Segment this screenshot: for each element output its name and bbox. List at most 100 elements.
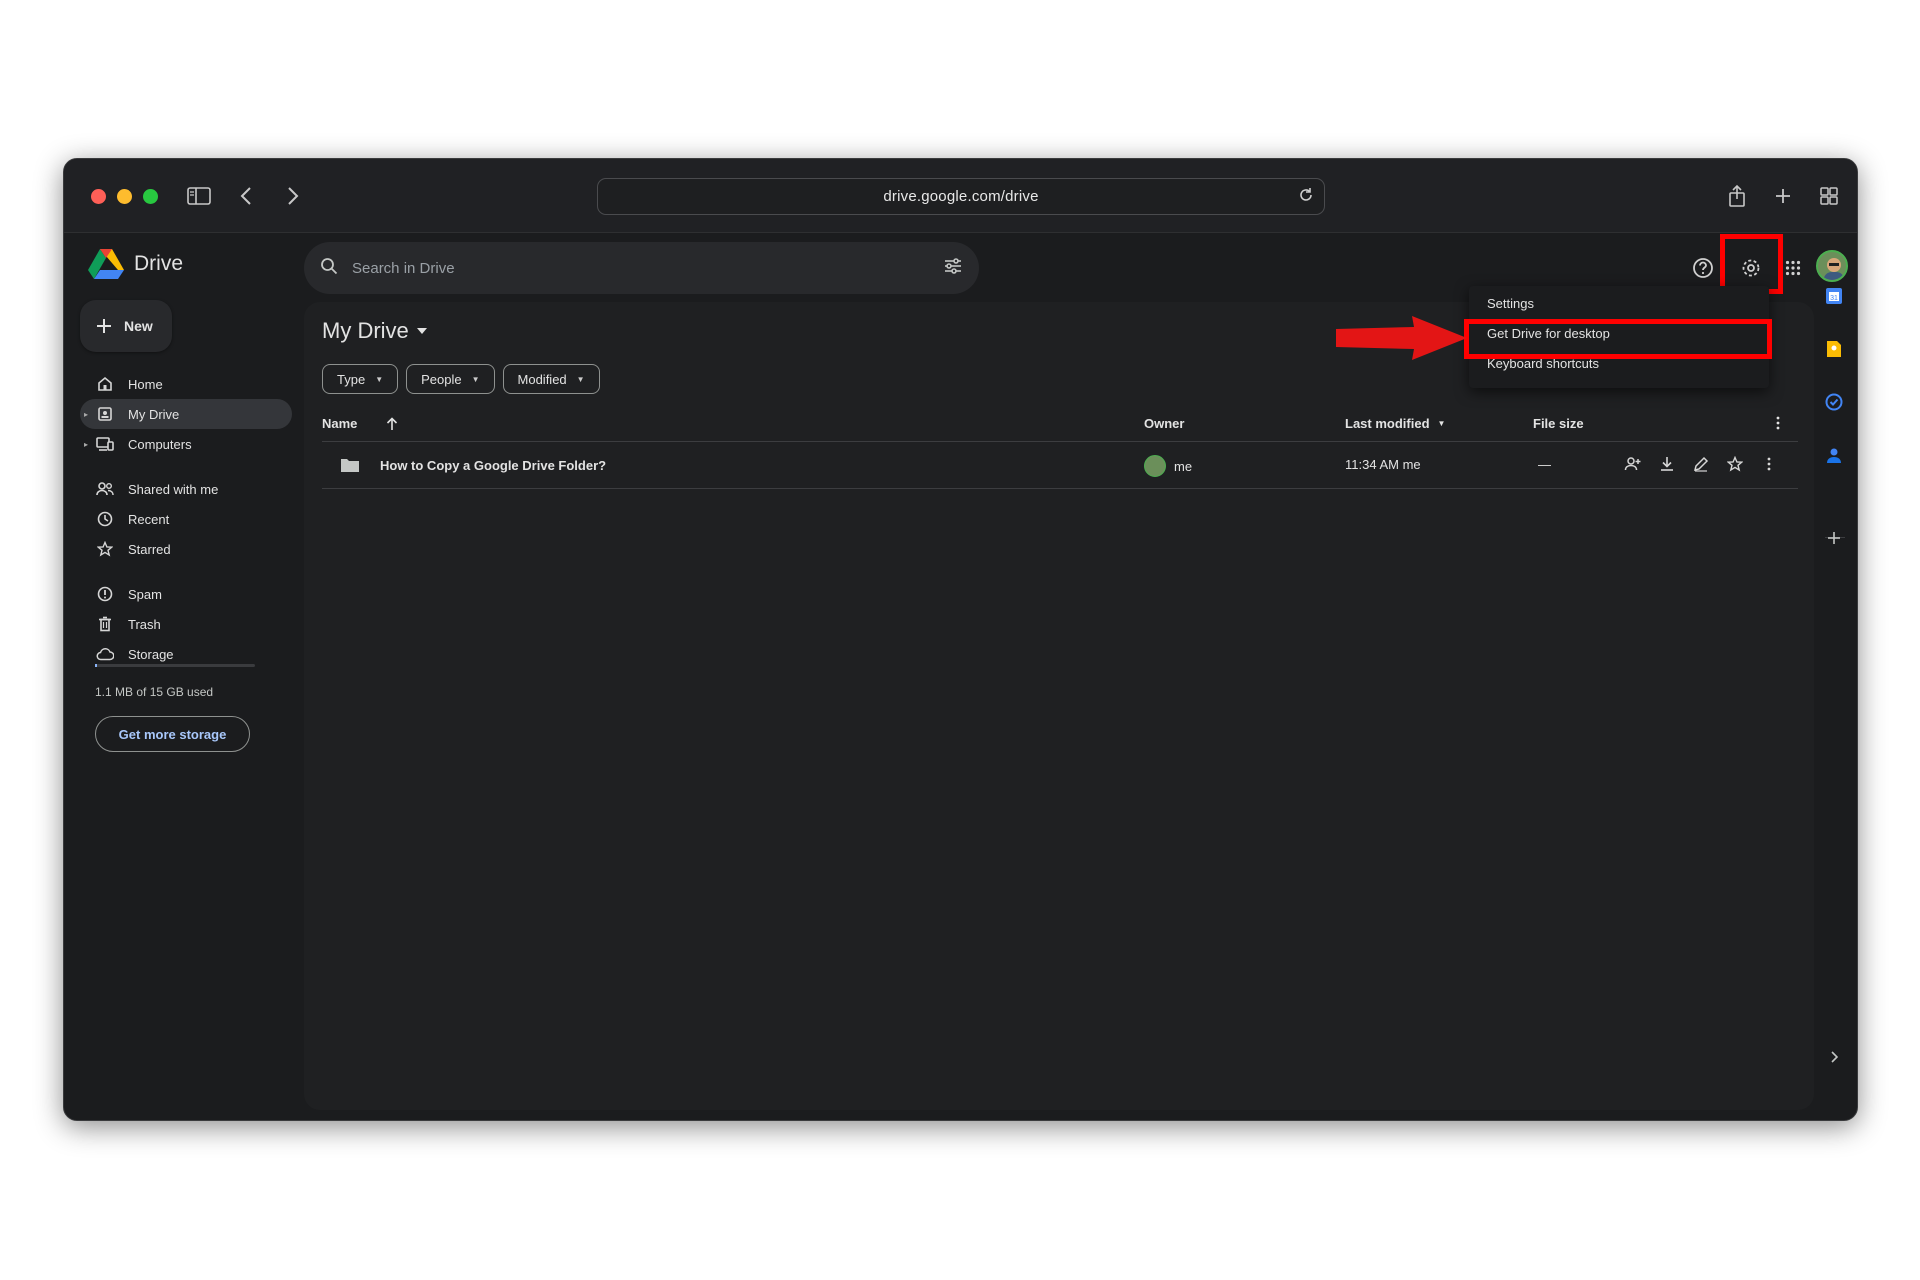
page-title[interactable]: My Drive [322,318,427,344]
table-row[interactable]: How to Copy a Google Drive Folder? me 11… [322,443,1798,489]
more-actions-icon[interactable] [1760,455,1778,473]
expand-caret-icon[interactable]: ▸ [84,440,88,449]
file-name-cell[interactable]: How to Copy a Google Drive Folder? [340,457,606,473]
sidebar-toggle-icon[interactable] [184,181,214,211]
plus-icon [97,319,111,333]
search-icon[interactable] [320,257,338,280]
svg-text:31: 31 [1830,295,1838,302]
column-header-label: Last modified [1345,416,1430,431]
search-input[interactable] [352,259,943,277]
sidebar-item-home[interactable]: Home [80,369,292,399]
sidebar-item-label: Storage [128,646,174,662]
side-panel: 31 [1815,234,1857,1120]
apps-grid-icon[interactable] [1779,254,1807,282]
sidebar-item-recent[interactable]: Recent [80,504,292,534]
maximize-window-button[interactable] [143,189,158,204]
storage-usage-text: 1.1 MB of 15 GB used [95,685,214,699]
folder-icon [341,459,359,472]
tasks-icon[interactable] [1823,391,1845,413]
sidebar-item-label: Starred [128,541,171,557]
browser-window: drive.google.com/drive Drive Search in D… [63,158,1858,1121]
column-options-icon[interactable] [1776,416,1780,430]
back-icon[interactable] [231,181,261,211]
sidebar-item-label: My Drive [128,406,180,422]
download-icon[interactable] [1658,455,1676,473]
tab-overview-icon[interactable] [1814,181,1844,211]
red-pointer-arrow-icon [1336,316,1467,360]
column-header-label: File size [1533,416,1584,431]
minimize-window-button[interactable] [117,189,132,204]
sidebar-nav: Home ▸ My Drive ▸ Computers Shared with … [80,369,292,669]
column-file-size-header[interactable]: File size [1533,416,1584,431]
add-star-icon[interactable] [1726,455,1744,473]
settings-highlight-box [1720,234,1783,294]
contacts-icon[interactable] [1823,444,1845,466]
share-icon[interactable] [1722,181,1752,211]
sidebar-item-my-drive[interactable]: ▸ My Drive [80,399,292,429]
caret-down-icon: ▼ [471,374,480,384]
column-owner-header[interactable]: Owner [1144,416,1184,431]
get-more-storage-button[interactable]: Get more storage [95,716,250,752]
chevron-down-icon [416,328,427,334]
new-button[interactable]: New [80,300,172,352]
owner-name: me [1174,458,1193,474]
close-window-button[interactable] [91,189,106,204]
share-person-icon[interactable] [1624,455,1642,473]
sidebar-item-spam[interactable]: Spam [80,579,292,609]
clock-icon [96,510,114,528]
sidebar-item-trash[interactable]: Trash [80,609,292,639]
column-name-header[interactable]: Name [322,416,399,431]
column-header-label: Name [322,416,358,431]
sidebar-item-label: Recent [128,511,170,527]
storage-progress-bar [95,664,255,667]
rename-pencil-icon[interactable] [1692,455,1710,473]
file-size-cell: — [1538,457,1551,472]
sidebar-item-label: Computers [128,436,192,452]
drive-logo[interactable]: Drive [88,248,183,280]
filter-chips: Type ▼ People ▼ Modified ▼ [322,364,600,394]
spam-icon [96,585,114,603]
people-icon [96,480,114,498]
add-addon-icon[interactable] [1823,527,1845,549]
filter-chip-label: Modified [517,371,567,387]
caret-down-icon: ▼ [576,374,585,384]
help-icon[interactable] [1689,254,1717,282]
menu-highlight-box [1464,319,1772,359]
owner-avatar [1144,455,1166,477]
search-options-icon[interactable] [943,257,963,280]
forward-icon[interactable] [278,181,308,211]
sidebar-item-shared-with-me[interactable]: Shared with me [80,474,292,504]
address-bar[interactable]: drive.google.com/drive [597,178,1325,215]
new-button-label: New [124,318,153,334]
filter-modified-chip[interactable]: Modified ▼ [502,364,600,394]
file-table-header: Name Owner Last modified ▼ File size [322,406,1798,442]
my-drive-icon [96,405,114,423]
calendar-icon[interactable]: 31 [1823,285,1845,307]
last-modified-text: 11:34 AM me [1345,457,1421,472]
sidebar-item-label: Shared with me [128,481,219,497]
column-last-modified-header[interactable]: Last modified ▼ [1345,416,1445,431]
sidebar-item-computers[interactable]: ▸ Computers [80,429,292,459]
star-icon [96,540,114,558]
search-bar[interactable] [304,242,979,294]
chevron-right-icon[interactable] [1823,1046,1845,1068]
filter-chip-label: Type [337,371,366,387]
row-quick-actions [1624,455,1778,473]
sort-arrow-up-icon[interactable] [385,416,399,431]
filter-type-chip[interactable]: Type ▼ [322,364,399,394]
expand-caret-icon[interactable]: ▸ [84,410,88,419]
caret-down-icon: ▼ [1437,419,1446,428]
reload-icon[interactable] [1298,187,1314,207]
sidebar-item-starred[interactable]: Starred [80,534,292,564]
drive-app: Drive New [64,234,1857,1120]
filter-people-chip[interactable]: People ▼ [406,364,495,394]
page-title-text: My Drive [322,318,409,343]
filter-chip-label: People [421,371,462,387]
storage-progress-fill [95,664,97,667]
keep-icon[interactable] [1823,338,1845,360]
sidebar-item-label: Trash [128,616,161,632]
new-tab-icon[interactable] [1768,181,1798,211]
menu-item-settings[interactable]: Settings [1469,288,1769,318]
sidebar-item-label: Spam [128,586,162,602]
file-size-text: — [1538,457,1551,472]
